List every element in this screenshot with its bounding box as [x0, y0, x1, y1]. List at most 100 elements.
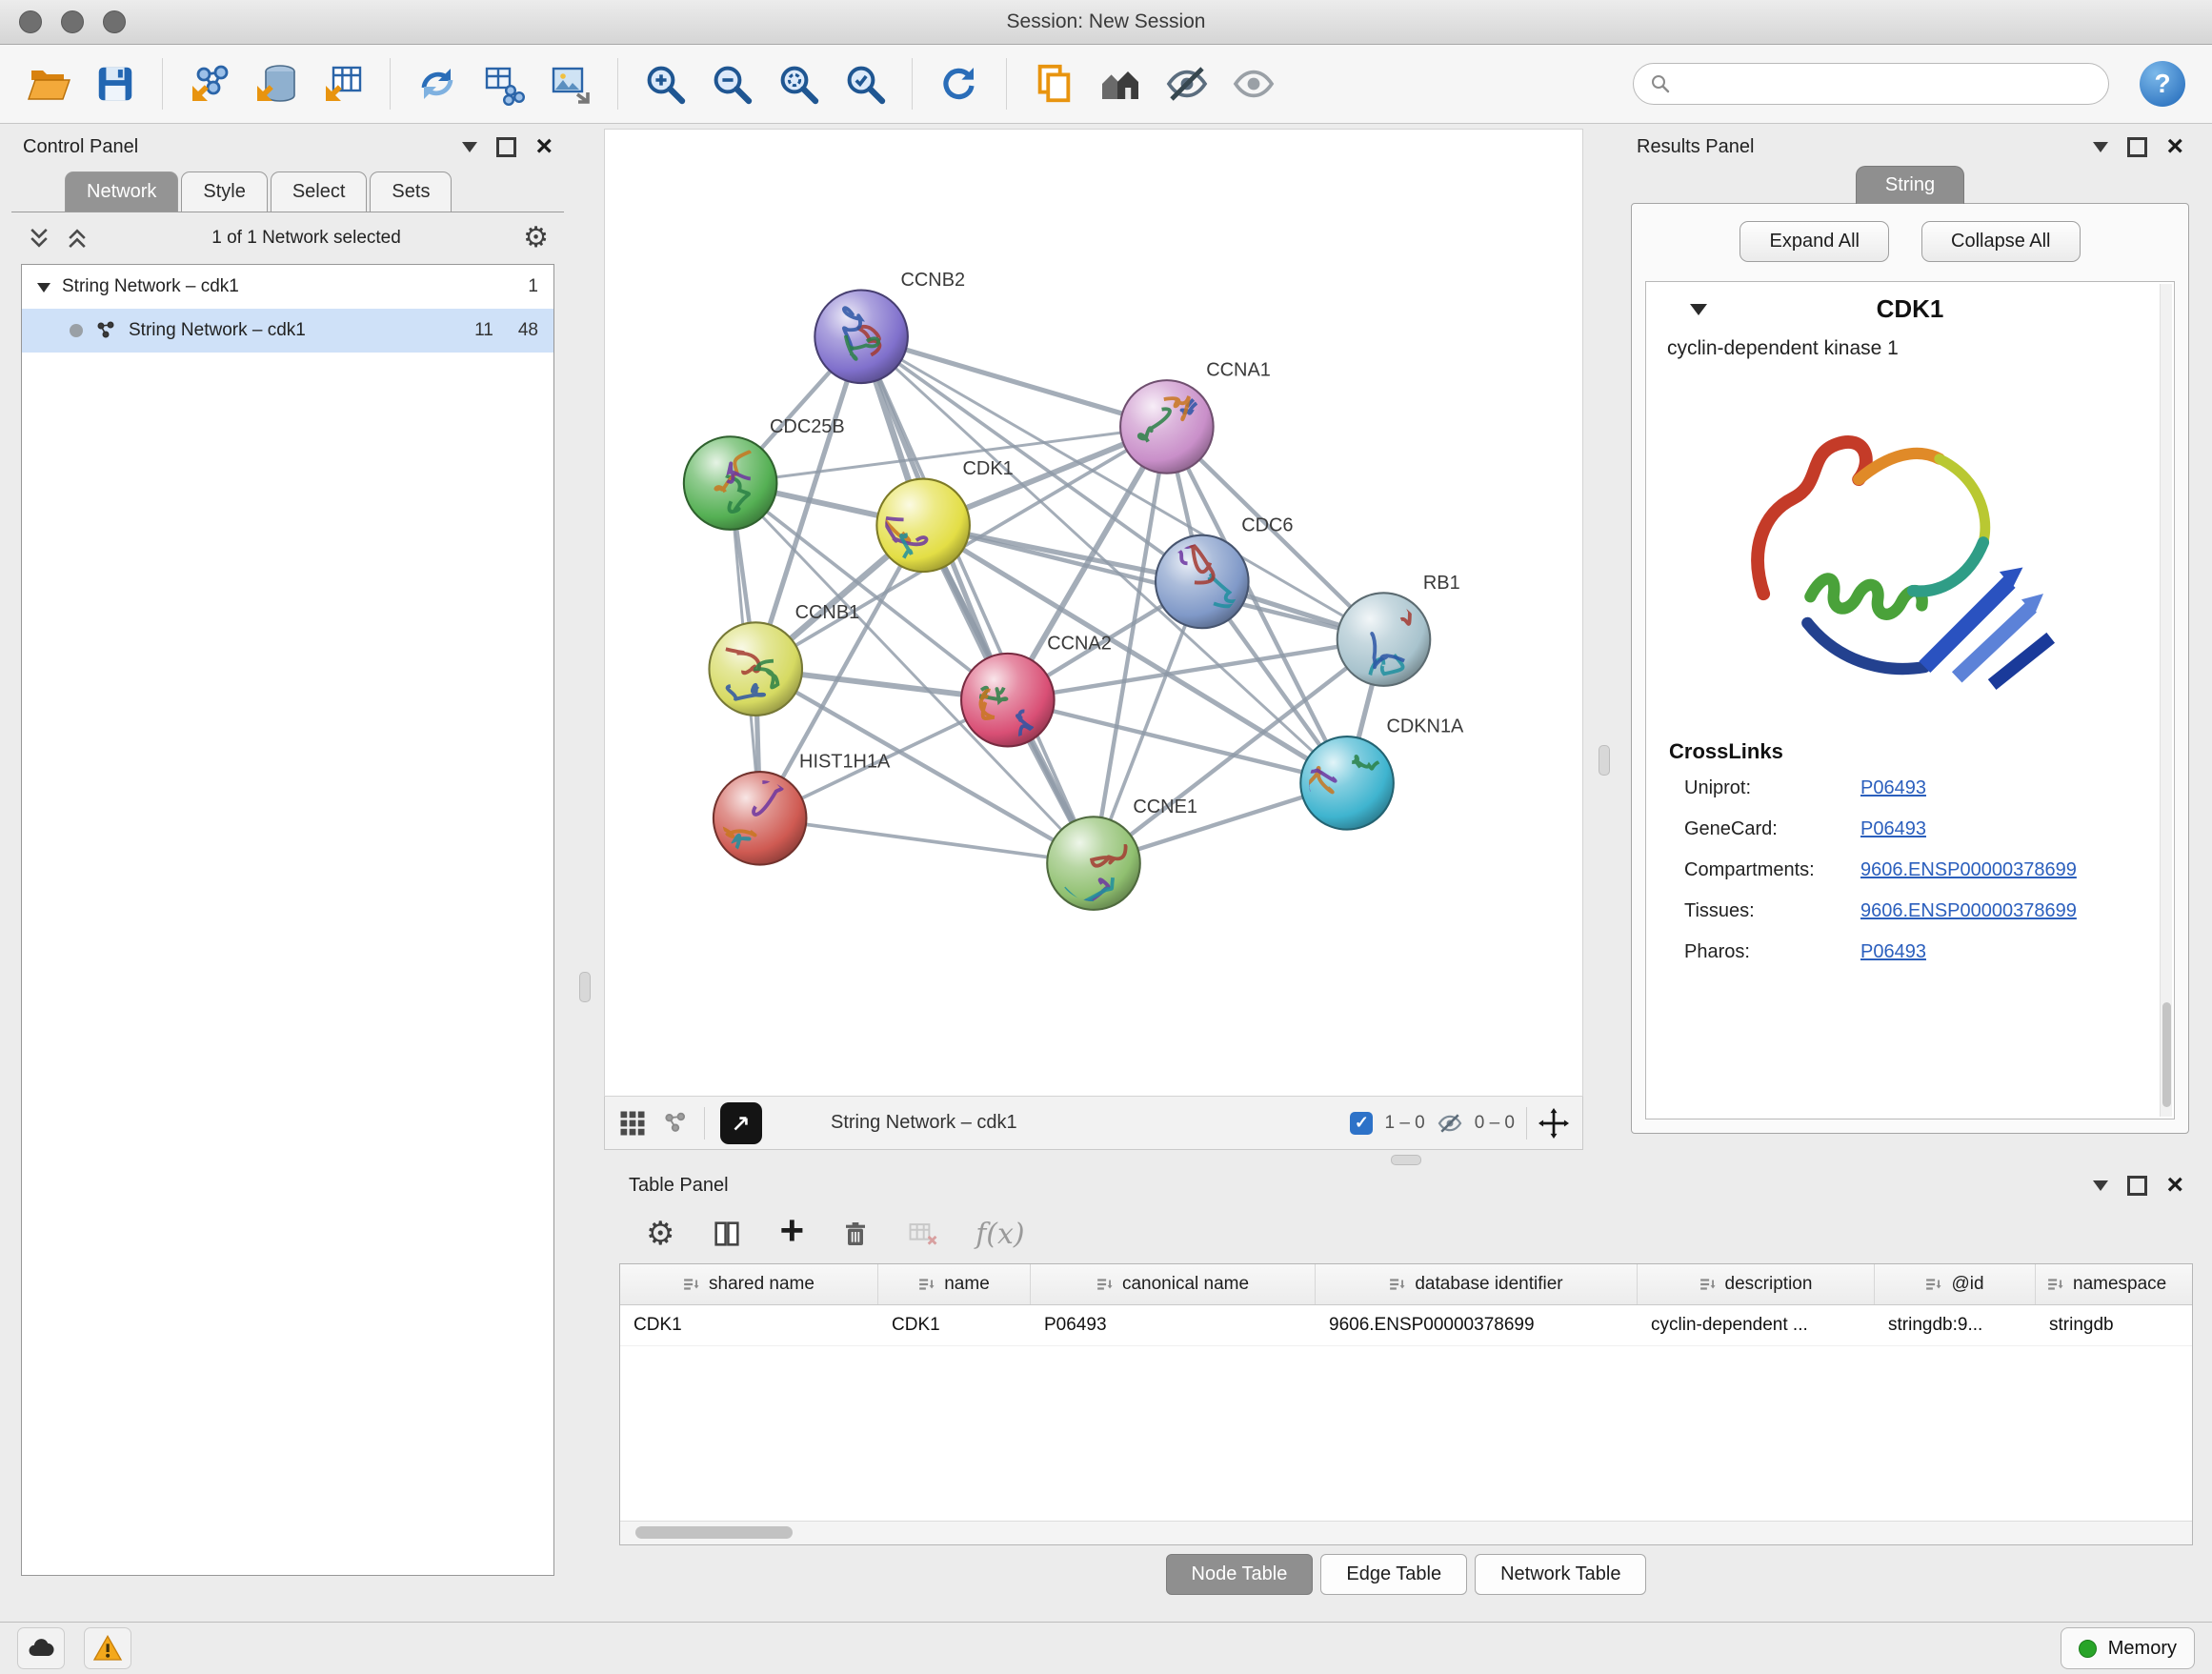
- zoom-selected-button[interactable]: [834, 52, 896, 115]
- tree-caret-icon[interactable]: [37, 283, 50, 299]
- column-header-description[interactable]: description: [1638, 1264, 1875, 1304]
- columns-icon[interactable]: [711, 1218, 743, 1250]
- column-header-@id[interactable]: @id: [1875, 1264, 2036, 1304]
- table-cell[interactable]: stringdb:9...: [1875, 1305, 2036, 1345]
- column-header-shared-name[interactable]: shared name: [620, 1264, 878, 1304]
- close-panel-icon[interactable]: ×: [2166, 1174, 2183, 1197]
- network-node-CDC25B[interactable]: CDC25B: [684, 416, 845, 530]
- network-node-RB1[interactable]: RB1: [1337, 573, 1460, 686]
- minimize-window-button[interactable]: [61, 10, 84, 33]
- table-cell[interactable]: CDK1: [878, 1305, 1031, 1345]
- zoom-out-button[interactable]: [700, 52, 763, 115]
- import-network-button[interactable]: [178, 52, 241, 115]
- import-network-from-database-button[interactable]: [245, 52, 308, 115]
- network-node-CCNA1[interactable]: CCNA1: [1120, 360, 1271, 474]
- show-all-button[interactable]: [1222, 52, 1285, 115]
- import-table-button[interactable]: [312, 52, 374, 115]
- zoom-fit-button[interactable]: [767, 52, 830, 115]
- grid-view-icon[interactable]: [618, 1109, 647, 1138]
- panel-menu-icon[interactable]: [2093, 142, 2108, 160]
- tab-style[interactable]: Style: [181, 171, 267, 212]
- trash-icon[interactable]: [840, 1219, 871, 1249]
- tab-network-table[interactable]: Network Table: [1475, 1554, 1646, 1595]
- refresh-button[interactable]: [928, 52, 991, 115]
- cloud-button[interactable]: [17, 1627, 65, 1669]
- float-panel-icon[interactable]: [2127, 1176, 2147, 1196]
- zoom-in-button[interactable]: [633, 52, 696, 115]
- network-edge[interactable]: [861, 336, 1167, 427]
- collapse-all-button[interactable]: Collapse All: [1921, 221, 2081, 262]
- open-session-button[interactable]: [17, 52, 80, 115]
- close-panel-icon[interactable]: ×: [2166, 135, 2183, 158]
- hidden-eye-icon[interactable]: [1437, 1110, 1463, 1137]
- save-session-button[interactable]: [84, 52, 147, 115]
- crosslink-link[interactable]: P06493: [1860, 777, 1926, 799]
- network-node-HIST1H1A[interactable]: HIST1H1A: [705, 752, 891, 865]
- selected-nodes-checkbox[interactable]: ✓: [1350, 1112, 1373, 1135]
- network-row[interactable]: String Network – cdk1 11 48: [22, 309, 553, 353]
- network-node-CCNB1[interactable]: CCNB1: [709, 602, 859, 716]
- export-image-button[interactable]: [539, 52, 602, 115]
- splitter-handle[interactable]: [1599, 745, 1610, 776]
- gear-icon[interactable]: ⚙: [523, 224, 549, 252]
- panel-menu-icon[interactable]: [462, 142, 477, 160]
- help-button[interactable]: ?: [2140, 61, 2185, 107]
- search-input[interactable]: [1681, 72, 2093, 95]
- network-collection-row[interactable]: String Network – cdk1 1: [22, 265, 553, 309]
- table-cell[interactable]: CDK1: [620, 1305, 878, 1345]
- network-edge[interactable]: [760, 818, 1094, 863]
- network-node-CDK1[interactable]: CDK1: [859, 458, 1014, 572]
- float-panel-icon[interactable]: [496, 137, 516, 157]
- table-cell[interactable]: 9606.ENSP00000378699: [1316, 1305, 1638, 1345]
- memory-button[interactable]: Memory: [2061, 1627, 2195, 1669]
- crosslink-link[interactable]: 9606.ENSP00000378699: [1860, 859, 2077, 881]
- search-box[interactable]: [1633, 63, 2109, 105]
- splitter-handle[interactable]: [579, 972, 591, 1002]
- maximize-window-button[interactable]: [103, 10, 126, 33]
- network-list-icon[interactable]: [662, 1110, 689, 1137]
- table-row[interactable]: CDK1CDK1P064939606.ENSP00000378699cyclin…: [620, 1305, 2192, 1346]
- table-cell[interactable]: cyclin-dependent ...: [1638, 1305, 1875, 1345]
- results-scrollbar[interactable]: [2160, 284, 2172, 1117]
- table-cell[interactable]: stringdb: [2036, 1305, 2192, 1345]
- table-horizontal-scrollbar[interactable]: [620, 1521, 2192, 1544]
- splitter-handle[interactable]: [1391, 1155, 1421, 1165]
- network-table-button[interactable]: [473, 52, 535, 115]
- hide-selected-button[interactable]: [1156, 52, 1218, 115]
- birdseye-view-button[interactable]: [720, 1102, 762, 1144]
- table-cell[interactable]: P06493: [1031, 1305, 1316, 1345]
- tab-string[interactable]: String: [1856, 166, 1964, 204]
- collapse-all-icon[interactable]: [27, 226, 51, 251]
- warnings-button[interactable]: [84, 1627, 131, 1669]
- tab-network[interactable]: Network: [65, 171, 178, 212]
- table-settings-gear-icon[interactable]: ⚙: [646, 1218, 674, 1250]
- pan-move-icon[interactable]: [1538, 1108, 1569, 1139]
- expand-all-icon[interactable]: [65, 226, 90, 251]
- network-canvas[interactable]: CCNB2CCNA1CDC25BCDK1CDC6RB1CCNB1CCNA2CDK…: [604, 129, 1583, 1097]
- scrollbar-thumb[interactable]: [635, 1526, 793, 1539]
- close-window-button[interactable]: [19, 10, 42, 33]
- panel-menu-icon[interactable]: [2093, 1180, 2108, 1199]
- crosslink-link[interactable]: P06493: [1860, 818, 1926, 840]
- close-panel-icon[interactable]: ×: [535, 135, 553, 158]
- column-header-canonical-name[interactable]: canonical name: [1031, 1264, 1316, 1304]
- column-header-name[interactable]: name: [878, 1264, 1031, 1304]
- tab-edge-table[interactable]: Edge Table: [1320, 1554, 1467, 1595]
- duplicate-page-button[interactable]: [1022, 52, 1085, 115]
- network-edge[interactable]: [861, 336, 1094, 863]
- network-node-CCNB2[interactable]: CCNB2: [814, 270, 965, 383]
- function-builder-icon[interactable]: f(x): [975, 1218, 1024, 1251]
- home-view-button[interactable]: [1089, 52, 1152, 115]
- tab-node-table[interactable]: Node Table: [1166, 1554, 1314, 1595]
- network-edge[interactable]: [923, 525, 1383, 639]
- crosslink-link[interactable]: P06493: [1860, 941, 1926, 963]
- network-arrows-button[interactable]: [406, 52, 469, 115]
- float-panel-icon[interactable]: [2127, 137, 2147, 157]
- crosslink-link[interactable]: 9606.ENSP00000378699: [1860, 900, 2077, 922]
- tab-select[interactable]: Select: [271, 171, 368, 212]
- expand-all-button[interactable]: Expand All: [1739, 221, 1889, 262]
- add-column-icon[interactable]: +: [779, 1214, 804, 1247]
- tab-sets[interactable]: Sets: [370, 171, 452, 212]
- section-caret-icon[interactable]: [1690, 304, 1707, 324]
- column-header-namespace[interactable]: namespace: [2036, 1264, 2192, 1304]
